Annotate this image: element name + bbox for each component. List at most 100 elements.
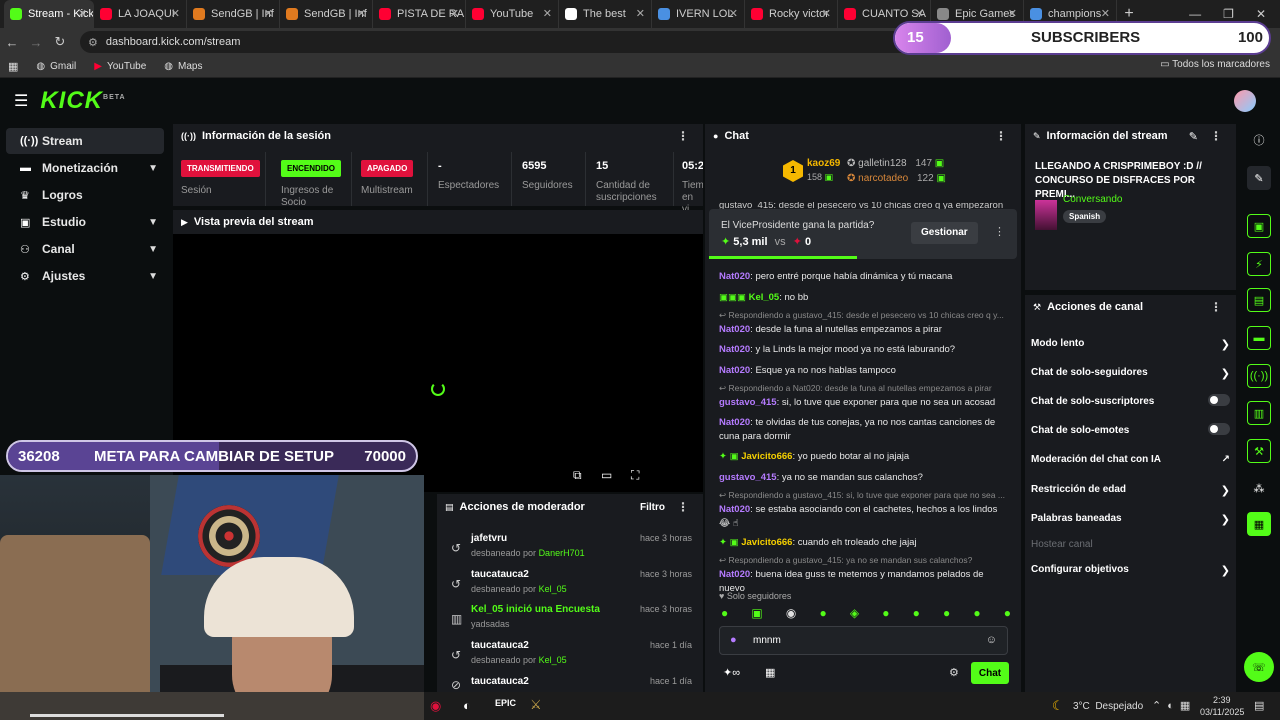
all-bookmarks[interactable]: ▭ Todos los marcadores	[1160, 59, 1270, 70]
close-tab-icon[interactable]: ✕	[915, 7, 924, 20]
browser-tab[interactable]: PISTA DE RA ✕	[373, 0, 466, 28]
chat-input[interactable]: ● mnnm ☺	[719, 626, 1008, 655]
chat-message[interactable]: Nat020: pero entré porque había dinámica…	[719, 270, 1011, 284]
close-tab-icon[interactable]: ✕	[1101, 7, 1110, 20]
close-tab-icon[interactable]: ✕	[543, 7, 552, 20]
mod-action-moderator[interactable]: Kel_05	[539, 584, 567, 594]
send-chat-button[interactable]: Chat	[971, 662, 1009, 684]
bookmark-maps[interactable]: ◍ Maps	[164, 61, 202, 72]
chat-username[interactable]: Nat020	[719, 271, 750, 282]
reply-context[interactable]: ↩ Respondiendo a gustavo_415: desde el p…	[719, 310, 1011, 321]
fullscreen-icon[interactable]: ⛶	[631, 468, 639, 483]
chat-username[interactable]: Javicito666	[741, 537, 792, 548]
channel-action-chat-de-solo-emotes[interactable]: Chat de solo-emotes	[1031, 423, 1230, 436]
mod-action-moderator[interactable]: Kel_05	[539, 655, 567, 665]
chat-username[interactable]: Nat020	[719, 344, 750, 355]
filter-button[interactable]: Filtro	[640, 502, 665, 513]
epic-games-icon[interactable]: EPIC	[495, 698, 516, 708]
close-tab-icon[interactable]: ✕	[729, 7, 738, 20]
category-thumbnail[interactable]	[1035, 200, 1057, 230]
forward-icon[interactable]: →	[24, 35, 48, 50]
close-tab-icon[interactable]: ✕	[78, 7, 87, 20]
category-link[interactable]: Conversando	[1063, 194, 1122, 205]
leaderboard-first-user[interactable]: kaoz69	[807, 158, 840, 169]
bookmark-youtube[interactable]: ▶ YouTube	[94, 61, 146, 72]
browser-tab[interactable]: The best ✕	[559, 0, 652, 28]
mod-action-row[interactable]: ⊘ taucatauca2 hace 1 día	[437, 674, 703, 692]
browser-tab[interactable]: Stream - Kick ✕	[4, 0, 94, 28]
leaderboard-second[interactable]: ✪ galletin128 147 ▣	[847, 158, 944, 169]
emote-icon[interactable]: ▣	[751, 606, 762, 622]
chat-message[interactable]: Nat020: Esque ya no nos hablas tampoco	[719, 364, 1011, 378]
chat-username[interactable]: Nat020	[719, 365, 750, 376]
tool-icon[interactable]: ⚒	[1247, 439, 1271, 463]
channel-action-chat-de-solo-seguidores[interactable]: Chat de solo-seguidores ❯	[1031, 367, 1230, 380]
manage-poll-button[interactable]: Gestionar	[911, 222, 978, 244]
browser-tab[interactable]: SendGB | Inf ✕	[187, 0, 280, 28]
chat-username[interactable]: Nat020	[719, 417, 750, 428]
chat-username[interactable]: gustavo_415	[719, 472, 777, 483]
clock-date[interactable]: 03/11/2025	[1200, 707, 1244, 717]
sidebar-item-stream[interactable]: ((·)) Stream	[6, 128, 164, 154]
channel-action-moderaci-n-del-chat-con-ia[interactable]: Moderación del chat con IA ↗	[1031, 454, 1230, 465]
mod-action-row[interactable]: ▥ Kel_05 inició una Encuesta yadsadas ha…	[437, 602, 703, 637]
emote-icon[interactable]: ●	[721, 606, 728, 622]
restore-icon[interactable]: ❐	[1223, 7, 1234, 21]
clock-time[interactable]: 2:39	[1213, 695, 1231, 705]
close-tab-icon[interactable]: ✕	[450, 7, 459, 20]
chat-message[interactable]: gustavo_415: ya no se mandan sus calanch…	[719, 471, 1011, 485]
site-info-icon[interactable]: ⚙	[88, 36, 98, 49]
app-icon[interactable]: ◐	[463, 698, 471, 713]
clipboard-icon[interactable]: ▤	[1247, 288, 1271, 312]
chat-username[interactable]: Nat020	[719, 504, 750, 515]
browser-tab[interactable]: YouTube ✕	[466, 0, 559, 28]
emote-icon[interactable]: ●	[973, 606, 980, 622]
bookmark-gmail[interactable]: ◍ Gmail	[36, 61, 76, 72]
avatar[interactable]	[1234, 90, 1256, 112]
channel-action-modo-lento[interactable]: Modo lento ❯	[1031, 338, 1230, 351]
league-icon[interactable]: ⚔	[530, 697, 542, 713]
close-window-icon[interactable]: ✕	[1256, 7, 1266, 21]
browser-tab[interactable]: SendGB | Inf ✕	[280, 0, 373, 28]
apps-icon[interactable]: ▦	[8, 60, 18, 73]
more-options-icon[interactable]: ⋮	[995, 129, 1007, 143]
chat-message[interactable]: ✦ ▣ Javicito666: yo puedo botar al no ja…	[719, 450, 1011, 464]
chat-settings-icon[interactable]: ⚙	[949, 666, 959, 679]
clip-icon[interactable]: ▣	[1247, 214, 1271, 238]
chat-message[interactable]: gustavo_415: si, lo tuve que exponer par…	[719, 396, 1011, 410]
mod-action-user[interactable]: taucatauca2	[471, 640, 529, 651]
tray-icons[interactable]: ⌃◐▦	[1152, 699, 1196, 712]
message-icon[interactable]: ▬	[1247, 326, 1271, 350]
chat-username[interactable]: Nat020	[719, 569, 750, 580]
emote-icon[interactable]: ●	[1004, 606, 1011, 622]
more-options-icon[interactable]: ⋮	[1210, 129, 1222, 143]
chat-message[interactable]: ▣▣▣ Kel_05: no bb	[719, 291, 1011, 305]
sidebar-item-estudio[interactable]: ▣ Estudio ▼	[6, 209, 164, 235]
emote-icon[interactable]: ●	[819, 606, 826, 622]
close-tab-icon[interactable]: ✕	[264, 7, 273, 20]
chat-username[interactable]: Nat020	[719, 324, 750, 335]
emote-icon[interactable]: ◉	[786, 606, 796, 622]
edit-icon[interactable]: ✎	[1189, 130, 1198, 143]
info-icon[interactable]: ⓘ	[1247, 128, 1271, 152]
mod-action-row[interactable]: ↺ taucatauca2 desbaneado por Kel_05 hace…	[437, 567, 703, 602]
emote-icon[interactable]: ◈	[850, 606, 859, 622]
close-tab-icon[interactable]: ✕	[636, 7, 645, 20]
language-tag[interactable]: Spanish	[1063, 210, 1107, 223]
pip-icon[interactable]: ⧉	[573, 468, 582, 483]
notifications-icon[interactable]: ▤	[1254, 699, 1264, 712]
reply-context[interactable]: ↩ Respondiendo a gustavo_415: ya no se m…	[719, 555, 1011, 566]
close-tab-icon[interactable]: ✕	[822, 7, 831, 20]
support-icon[interactable]: ☏	[1244, 652, 1274, 682]
chat-username[interactable]: Kel_05	[749, 292, 780, 303]
leaderboard-third[interactable]: ✪ narcotadeo 122 ▣	[847, 173, 946, 184]
mod-action-moderator[interactable]: DanerH701	[539, 548, 585, 558]
back-icon[interactable]: ←	[0, 35, 24, 50]
chat-message[interactable]: Nat020: te olvidas de tus conejas, ya no…	[719, 416, 1011, 444]
gift-box-icon[interactable]: ▦	[765, 666, 775, 679]
more-options-icon[interactable]: ⋮	[677, 500, 689, 514]
browser-tab[interactable]: Rocky victor ✕	[745, 0, 838, 28]
raid-icon[interactable]: ((·))	[1247, 364, 1271, 388]
chat-username[interactable]: Javicito666	[741, 451, 792, 462]
sidebar-item-logros[interactable]: ♛ Logros	[6, 182, 164, 208]
